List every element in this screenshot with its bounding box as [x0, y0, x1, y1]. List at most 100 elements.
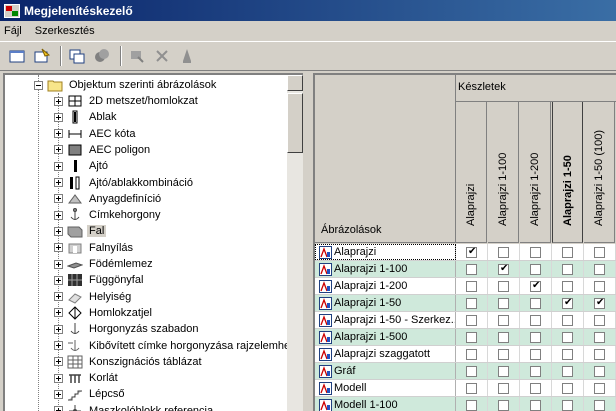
representation-name-cell[interactable]: Modell — [315, 380, 456, 396]
tree-item[interactable]: 2D metszet/homlokzat — [54, 93, 200, 109]
set-checkbox[interactable] — [530, 298, 541, 309]
new-style-button[interactable] — [31, 45, 53, 67]
set-column-header[interactable]: Alaprajzi 1-100 — [488, 102, 519, 243]
set-checkbox[interactable] — [530, 383, 541, 394]
new-button[interactable] — [6, 45, 28, 67]
set-checkbox[interactable] — [562, 264, 573, 275]
set-checkbox[interactable] — [562, 400, 573, 411]
set-checkbox[interactable] — [530, 349, 541, 360]
set-checkbox[interactable] — [466, 332, 477, 343]
expand-toggle[interactable] — [54, 259, 63, 269]
expand-toggle[interactable] — [54, 406, 63, 411]
set-checkbox[interactable] — [466, 400, 477, 411]
table-row[interactable]: Alaprajzi 1-500 — [315, 329, 616, 346]
expand-toggle[interactable] — [54, 275, 63, 285]
tree-item[interactable]: Ajtó/ablakkombináció — [54, 175, 195, 191]
set-checkbox[interactable] — [530, 315, 541, 326]
expand-toggle[interactable] — [54, 226, 63, 236]
set-column-header[interactable]: Alaprajzi 1-50 (100) — [584, 102, 615, 243]
set-checkbox[interactable] — [498, 383, 509, 394]
set-column-header[interactable]: Alaprajzi — [456, 102, 487, 243]
set-checkbox[interactable] — [562, 332, 573, 343]
set-checkbox[interactable] — [498, 315, 509, 326]
set-checkbox[interactable] — [530, 247, 541, 258]
set-checkbox[interactable] — [530, 279, 541, 293]
tree-item[interactable]: Horgonyzás szabadon — [54, 321, 200, 337]
set-checkbox[interactable] — [594, 383, 605, 394]
tree-item[interactable]: Kibővített címke horgonyzása rajzelemhez — [54, 338, 298, 354]
set-checkbox[interactable] — [594, 247, 605, 258]
tree-item[interactable]: AEC poligon — [54, 142, 152, 158]
table-row[interactable]: Gráf — [315, 363, 616, 380]
scroll-thumb[interactable] — [287, 93, 303, 153]
menu-file[interactable]: Fájl — [4, 25, 22, 37]
expand-toggle[interactable] — [54, 373, 63, 383]
representation-name-cell[interactable]: Alaprajzi 1-200 — [315, 278, 456, 294]
set-checkbox[interactable] — [466, 366, 477, 377]
set-checkbox[interactable] — [562, 315, 573, 326]
tree-item[interactable]: Fal — [54, 223, 107, 239]
expand-toggle[interactable] — [54, 292, 63, 302]
set-checkbox[interactable] — [466, 281, 477, 292]
table-row[interactable]: Alaprajzi 1-50 - Szerkez... — [315, 312, 616, 329]
representations-column-header[interactable]: Ábrázolások — [315, 75, 456, 243]
expand-toggle[interactable] — [54, 357, 63, 367]
expand-toggle[interactable] — [54, 194, 63, 204]
table-row[interactable]: Alaprajzi — [315, 244, 616, 261]
copy-button[interactable] — [66, 45, 88, 67]
table-row[interactable]: Alaprajzi szaggatott — [315, 346, 616, 363]
paste-button[interactable] — [91, 45, 113, 67]
table-row[interactable]: Alaprajzi 1-50 — [315, 295, 616, 312]
expand-toggle[interactable] — [54, 129, 63, 139]
set-checkbox[interactable] — [594, 349, 605, 360]
representation-name-cell[interactable]: Alaprajzi 1-50 — [315, 295, 456, 311]
set-checkbox[interactable] — [562, 281, 573, 292]
set-checkbox[interactable] — [466, 245, 477, 259]
set-checkbox[interactable] — [562, 366, 573, 377]
set-checkbox[interactable] — [530, 366, 541, 377]
set-checkbox[interactable] — [530, 264, 541, 275]
set-checkbox[interactable] — [594, 264, 605, 275]
tree-item[interactable]: Helyiség — [54, 289, 133, 305]
expand-toggle[interactable] — [54, 389, 63, 399]
tree-panel[interactable]: Objektum szerinti ábrázolások 2D metszet… — [3, 73, 303, 411]
set-checkbox[interactable] — [594, 296, 605, 310]
expand-toggle[interactable] — [54, 96, 63, 106]
set-checkbox[interactable] — [562, 296, 573, 310]
expand-toggle[interactable] — [54, 145, 63, 155]
set-checkbox[interactable] — [466, 315, 477, 326]
tree-item[interactable]: Anyagdefiníció — [54, 191, 163, 207]
set-checkbox[interactable] — [594, 281, 605, 292]
set-checkbox[interactable] — [466, 264, 477, 275]
tree-item[interactable]: Konszignációs táblázat — [54, 354, 204, 370]
table-row[interactable]: Alaprajzi 1-200 — [315, 278, 616, 295]
tree-item[interactable]: Címkehorgony — [54, 207, 163, 223]
set-checkbox[interactable] — [530, 332, 541, 343]
set-checkbox[interactable] — [498, 332, 509, 343]
purge-button[interactable] — [126, 45, 148, 67]
set-checkbox[interactable] — [498, 281, 509, 292]
set-checkbox[interactable] — [498, 247, 509, 258]
expand-toggle[interactable] — [54, 341, 63, 350]
tree-item[interactable]: Maszkolóblokk referencia — [54, 403, 215, 411]
representation-name-cell[interactable]: Alaprajzi 1-500 — [315, 329, 456, 345]
tree-item[interactable]: AEC kóta — [54, 126, 137, 142]
tree-item[interactable]: Ablak — [54, 109, 119, 125]
delete-button[interactable] — [151, 45, 173, 67]
expand-toggle[interactable] — [54, 112, 63, 122]
representation-name-cell[interactable]: Alaprajzi 1-50 - Szerkez... — [315, 312, 456, 328]
representation-name-cell[interactable]: Alaprajzi — [315, 244, 456, 260]
set-checkbox[interactable] — [530, 400, 541, 411]
set-checkbox[interactable] — [594, 315, 605, 326]
table-row[interactable]: Modell 1-100 — [315, 397, 616, 411]
collapse-toggle[interactable] — [34, 80, 43, 90]
tree-item[interactable]: Falnyílás — [54, 240, 135, 256]
tree-scrollbar[interactable] — [287, 75, 303, 411]
set-checkbox[interactable] — [498, 349, 509, 360]
set-checkbox[interactable] — [562, 247, 573, 258]
set-checkbox[interactable] — [498, 366, 509, 377]
set-checkbox[interactable] — [466, 349, 477, 360]
set-checkbox[interactable] — [562, 349, 573, 360]
tree-item[interactable]: Födémlemez — [54, 256, 155, 272]
table-row[interactable]: Modell — [315, 380, 616, 397]
